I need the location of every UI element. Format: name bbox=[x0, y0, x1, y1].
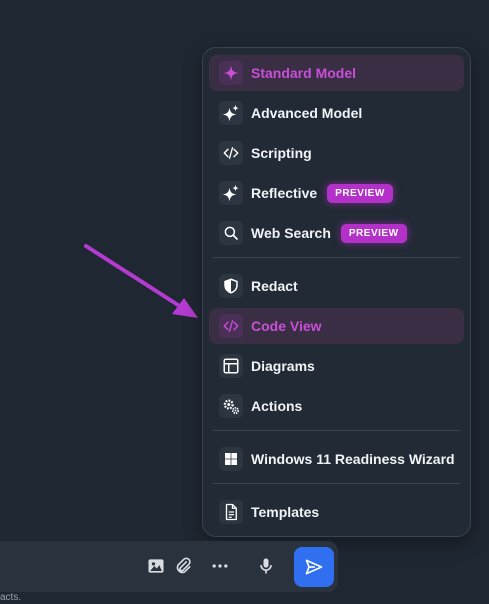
microphone-icon[interactable] bbox=[254, 554, 278, 578]
send-icon bbox=[305, 559, 323, 575]
menu-item-standard[interactable]: Standard Model bbox=[209, 55, 464, 91]
layout-icon bbox=[219, 354, 243, 378]
windows-icon bbox=[219, 447, 243, 471]
menu-item-label: Standard Model bbox=[251, 65, 357, 81]
menu-item-label: Reflective bbox=[251, 185, 318, 201]
menu-divider bbox=[213, 257, 460, 258]
menu-item-label: Redact bbox=[251, 278, 298, 294]
paperclip-icon[interactable] bbox=[171, 554, 195, 578]
annotation-arrow-icon bbox=[84, 244, 198, 318]
menu-item-label: Scripting bbox=[251, 145, 312, 161]
menu-divider bbox=[213, 430, 460, 431]
menu-item-advanced[interactable]: Advanced Model bbox=[209, 95, 464, 131]
menu-item-windows[interactable]: Windows 11 Readiness Wizard bbox=[209, 441, 464, 477]
more-icon[interactable] bbox=[208, 554, 232, 578]
code-icon bbox=[219, 314, 243, 338]
menu-item-label: Diagrams bbox=[251, 358, 315, 374]
preview-badge: PREVIEW bbox=[327, 183, 393, 203]
document-icon bbox=[219, 500, 243, 524]
model-dropdown-menu: Standard Model Advanced Model Scripting Ref… bbox=[202, 47, 471, 537]
menu-item-label: Templates bbox=[251, 504, 320, 520]
send-button[interactable] bbox=[294, 547, 334, 587]
menu-item-templates[interactable]: Templates bbox=[209, 494, 464, 530]
search-icon bbox=[219, 221, 243, 245]
menu-item-websearch[interactable]: Web Search PREVIEW bbox=[209, 215, 464, 251]
menu-divider bbox=[213, 483, 460, 484]
menu-item-actions[interactable]: Actions bbox=[209, 388, 464, 424]
gears-icon bbox=[219, 394, 243, 418]
menu-item-redact[interactable]: Redact bbox=[209, 268, 464, 304]
menu-item-label: Actions bbox=[251, 398, 303, 414]
menu-item-label: Advanced Model bbox=[251, 105, 363, 121]
composer-bar bbox=[0, 541, 338, 592]
sparkles-icon bbox=[219, 101, 243, 125]
menu-item-diagrams[interactable]: Diagrams bbox=[209, 348, 464, 384]
menu-item-reflective[interactable]: Reflective PREVIEW bbox=[209, 175, 464, 211]
menu-item-scripting[interactable]: Scripting bbox=[209, 135, 464, 171]
sparkles-icon bbox=[219, 181, 243, 205]
code-icon bbox=[219, 141, 243, 165]
menu-item-codeview[interactable]: Code View bbox=[209, 308, 464, 344]
menu-item-label: Web Search bbox=[251, 225, 331, 241]
image-icon[interactable] bbox=[144, 554, 168, 578]
footnote-text: acts. bbox=[0, 592, 22, 603]
shield-icon bbox=[219, 274, 243, 298]
app-stage: Standard Model Advanced Model Scripting Ref… bbox=[0, 0, 489, 604]
menu-item-label: Windows 11 Readiness Wizard bbox=[251, 451, 455, 467]
menu-item-label: Code View bbox=[251, 318, 322, 334]
preview-badge: PREVIEW bbox=[340, 223, 407, 243]
sparkle-icon bbox=[219, 61, 243, 85]
